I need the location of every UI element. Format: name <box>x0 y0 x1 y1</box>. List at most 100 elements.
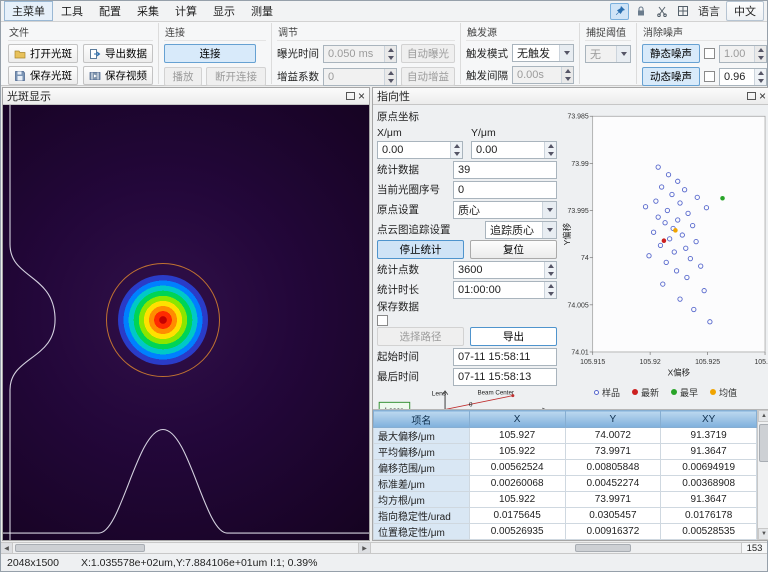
spin-up-icon[interactable] <box>548 264 554 268</box>
menu-item[interactable]: 工具 <box>53 1 91 21</box>
gain-spinner-arrows[interactable] <box>384 69 396 85</box>
display-level-slider[interactable] <box>370 543 741 553</box>
table-row[interactable]: 位置稳定性/μm0.005269350.009163720.00528535 <box>374 524 757 540</box>
language-selector[interactable]: 中文 <box>726 1 764 21</box>
save-spot-button[interactable]: 保存光斑 <box>8 66 78 85</box>
scroll-thumb[interactable] <box>15 544 145 552</box>
spin-up-icon[interactable] <box>454 144 460 148</box>
pin-icon[interactable] <box>610 3 629 20</box>
gain-input[interactable]: 0 <box>323 68 397 86</box>
column-header[interactable]: Y <box>565 411 661 428</box>
menu-item[interactable]: 测量 <box>243 1 281 21</box>
stats-points-input[interactable]: 3600 <box>453 261 557 279</box>
static-noise-button[interactable]: 静态噪声 <box>642 44 700 63</box>
scissors-icon[interactable] <box>652 3 671 20</box>
scatter-plot[interactable]: 105.915105.92105.925105.9373.98573.9973.… <box>561 109 768 381</box>
auto-gain-button[interactable]: 自动增益 <box>401 67 455 86</box>
static-noise-input[interactable]: 1.00 <box>719 45 767 63</box>
table-row[interactable]: 平均偏移/μm105.92273.997191.3647 <box>374 444 757 460</box>
static-noise-checkbox[interactable] <box>704 48 715 59</box>
menu-item[interactable]: 配置 <box>91 1 129 21</box>
float-window-icon[interactable] <box>346 92 355 100</box>
stats-duration-input[interactable]: 01:00:00 <box>453 281 557 299</box>
dynamic-noise-spinner-arrows[interactable] <box>754 69 766 85</box>
spin-down-icon[interactable] <box>758 79 764 83</box>
static-noise-spinner-arrows[interactable] <box>754 46 766 62</box>
end-time-value: 07-11 15:58:13 <box>453 368 557 386</box>
column-header[interactable]: X <box>469 411 565 428</box>
save-video-button[interactable]: 保存视频 <box>83 66 153 85</box>
spin-up-icon[interactable] <box>548 284 554 288</box>
scroll-down-icon[interactable]: ▼ <box>758 528 768 540</box>
spin-up-icon[interactable] <box>758 71 764 75</box>
table-vertical-scrollbar[interactable]: ▲ ▼ <box>757 410 768 540</box>
auto-exposure-button[interactable]: 自动曝光 <box>401 44 455 63</box>
slider-thumb[interactable] <box>575 544 631 552</box>
close-icon[interactable]: × <box>759 91 766 101</box>
lock-icon[interactable] <box>631 3 650 20</box>
connect-button[interactable]: 连接 <box>164 44 256 63</box>
origin-setting-select[interactable]: 质心 <box>453 201 557 219</box>
spin-up-icon[interactable] <box>758 48 764 52</box>
exposure-input[interactable]: 0.050 ms <box>323 45 397 63</box>
column-header[interactable]: XY <box>661 411 757 428</box>
exposure-label: 曝光时间 <box>277 46 319 61</box>
interval-spinner-arrows[interactable] <box>561 67 573 83</box>
export-data-button[interactable]: 导出数据 <box>83 44 153 63</box>
menu-item[interactable]: 显示 <box>205 1 243 21</box>
reset-button[interactable]: 复位 <box>470 240 557 259</box>
column-header[interactable]: 项名 <box>374 411 470 428</box>
spin-up-icon[interactable] <box>388 48 394 52</box>
close-icon[interactable]: × <box>358 91 365 101</box>
menu-item[interactable]: 主菜单 <box>4 1 53 21</box>
float-window-icon[interactable] <box>747 92 756 100</box>
spin-down-icon[interactable] <box>388 79 394 83</box>
beam-image[interactable] <box>3 105 369 540</box>
origin-y-input[interactable]: 0.00 <box>471 141 557 159</box>
threshold-select[interactable]: 无 <box>585 45 631 63</box>
disconnect-button[interactable]: 断开连接 <box>206 67 266 86</box>
dropdown-icon[interactable] <box>542 202 556 218</box>
menu-item[interactable]: 计算 <box>167 1 205 21</box>
dropdown-icon[interactable] <box>542 222 556 238</box>
spin-down-icon[interactable] <box>565 77 571 81</box>
exposure-spinner-arrows[interactable] <box>384 46 396 62</box>
scroll-right-icon[interactable]: ▶ <box>358 543 370 553</box>
dynamic-noise-checkbox[interactable] <box>704 71 715 82</box>
layout-grid-icon[interactable] <box>673 3 692 20</box>
spin-down-icon[interactable] <box>758 56 764 60</box>
spin-up-icon[interactable] <box>565 69 571 73</box>
dynamic-noise-input[interactable]: 0.96 <box>719 68 767 86</box>
dynamic-noise-button[interactable]: 动态噪声 <box>642 67 700 86</box>
select-path-button[interactable]: 选择路径 <box>377 327 464 346</box>
spin-up-icon[interactable] <box>548 144 554 148</box>
spin-down-icon[interactable] <box>548 152 554 156</box>
origin-x-input[interactable]: 0.00 <box>377 141 463 159</box>
dropdown-icon[interactable] <box>559 45 573 61</box>
spin-down-icon[interactable] <box>548 292 554 296</box>
table-row[interactable]: 均方根/μm105.92273.997191.3647 <box>374 492 757 508</box>
spin-down-icon[interactable] <box>454 152 460 156</box>
table-row[interactable]: 标准差/μm0.002600680.004522740.00368908 <box>374 476 757 492</box>
menu-item[interactable]: 采集 <box>129 1 167 21</box>
spot-horizontal-scrollbar[interactable]: ◀ ▶ <box>1 543 370 553</box>
trigger-interval-input[interactable]: 0.00s <box>512 66 574 84</box>
spin-up-icon[interactable] <box>388 71 394 75</box>
spin-down-icon[interactable] <box>548 272 554 276</box>
stop-statistics-button[interactable]: 停止统计 <box>377 240 464 259</box>
open-spot-button[interactable]: 打开光斑 <box>8 44 78 63</box>
table-row[interactable]: 偏移范围/μm0.005625240.008058480.00694919 <box>374 460 757 476</box>
scroll-thumb[interactable] <box>759 424 768 462</box>
play-button[interactable]: 播放 <box>164 67 202 86</box>
track-setting-select[interactable]: 追踪质心 <box>485 221 557 239</box>
table-row[interactable]: 最大偏移/μm105.92774.007291.3719 <box>374 428 757 444</box>
scroll-left-icon[interactable]: ◀ <box>1 543 13 553</box>
export-button[interactable]: 导出 <box>470 327 557 346</box>
spin-down-icon[interactable] <box>388 56 394 60</box>
scroll-up-icon[interactable]: ▲ <box>758 410 768 422</box>
dropdown-icon[interactable] <box>616 46 630 62</box>
save-data-checkbox[interactable] <box>377 315 388 326</box>
trigger-mode-select[interactable]: 无触发 <box>512 44 574 62</box>
table-row[interactable]: 指向稳定性/urad0.01756450.03054570.0176178 <box>374 508 757 524</box>
resolution-readout: 2048x1500 <box>7 557 59 569</box>
